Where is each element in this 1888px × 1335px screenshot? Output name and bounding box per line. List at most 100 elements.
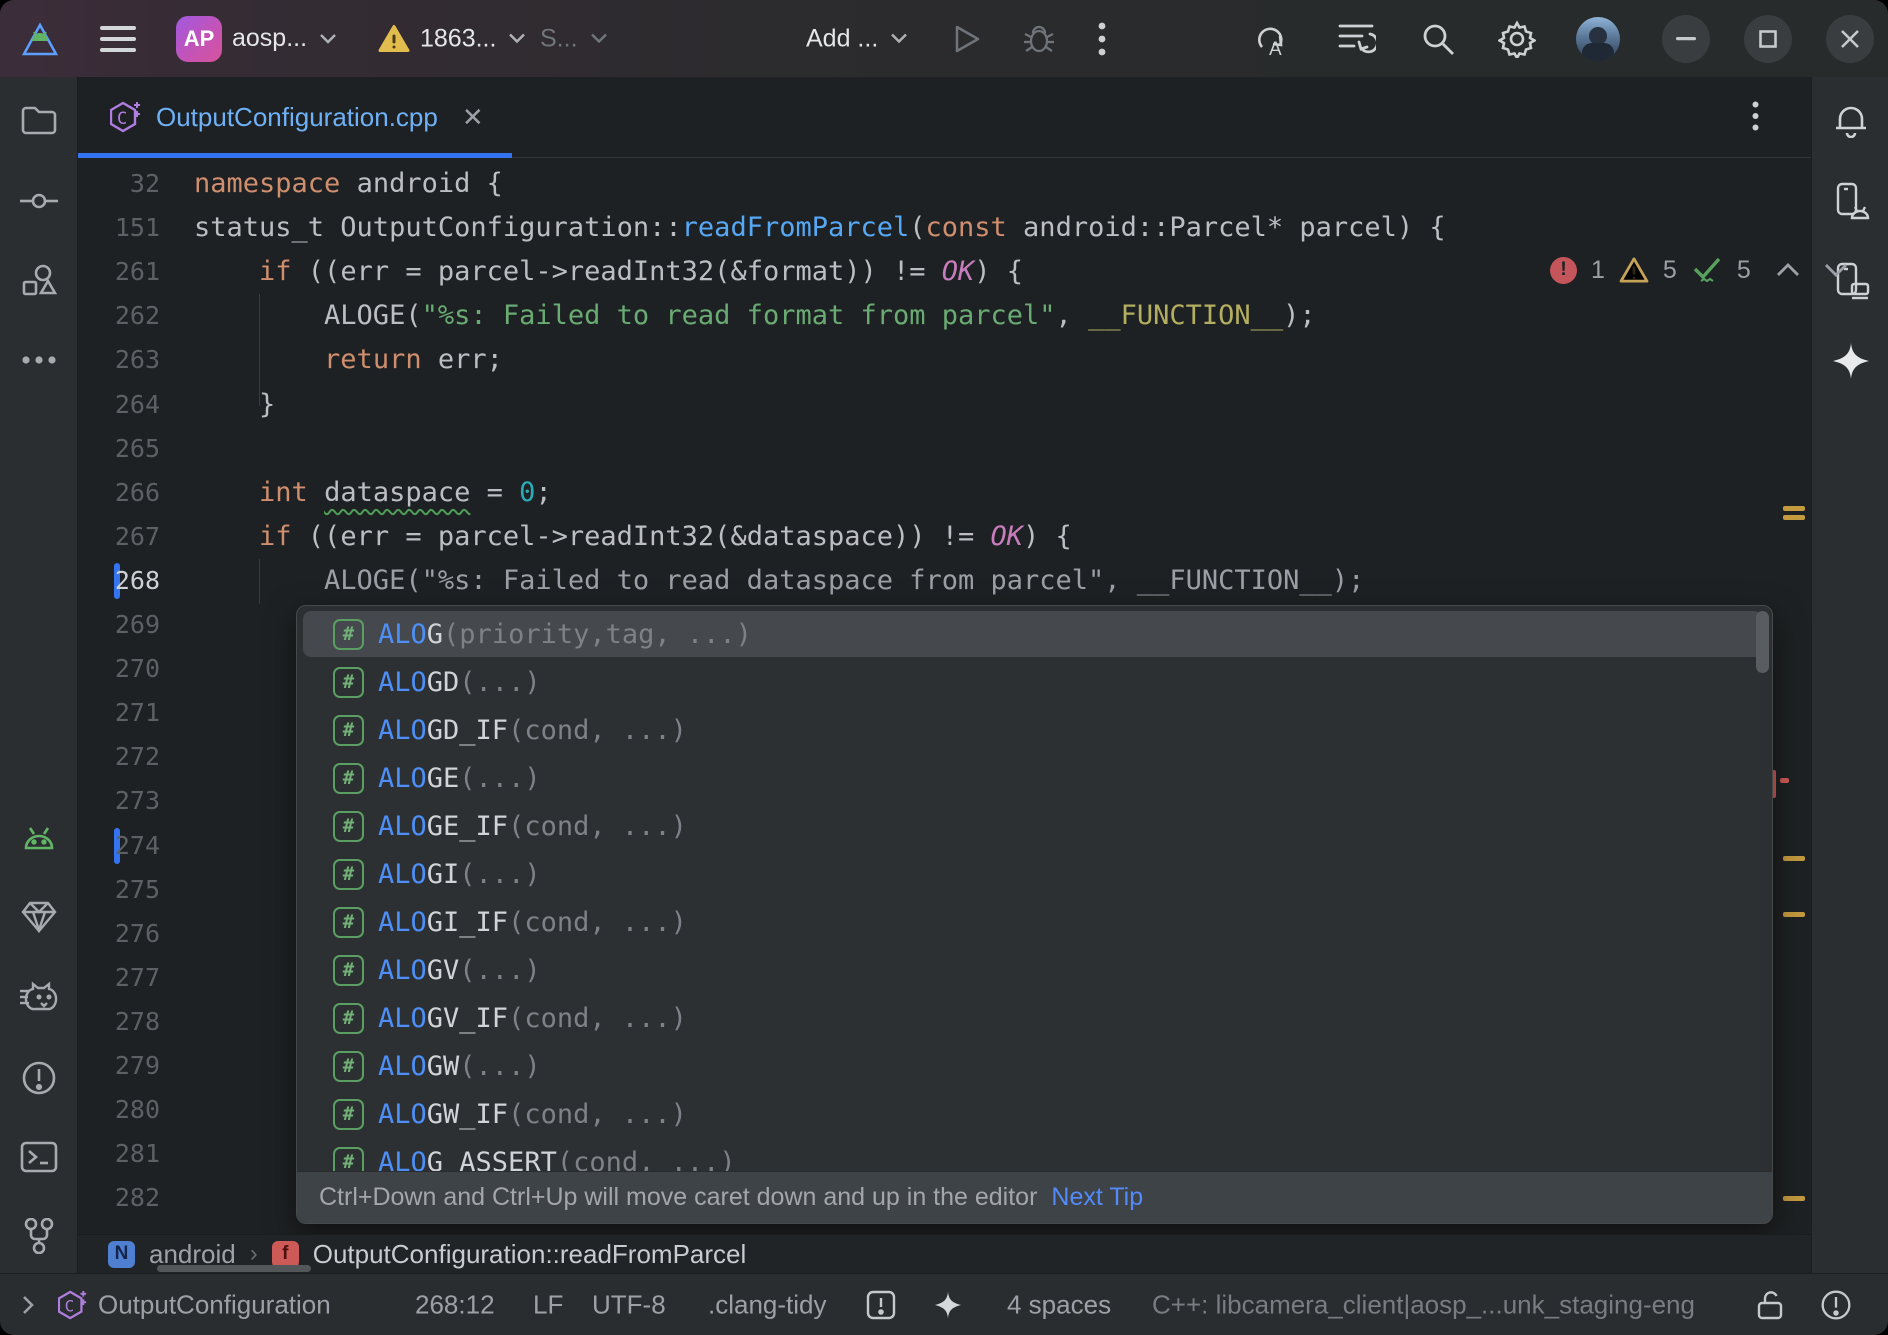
unlock-icon[interactable] [1756,1289,1784,1321]
status-file-name[interactable]: OutputConfiguration [98,1290,336,1321]
scrollbar-warning-mark[interactable] [1783,506,1805,511]
changes-list-icon[interactable] [1336,21,1376,57]
completion-item-alogd_if[interactable]: #ALOGD_IF(cond, ...) [297,706,1772,754]
close-button[interactable] [1826,15,1874,63]
analyzer-status[interactable]: .clang-tidy [708,1290,827,1321]
line-number: 268 [78,559,160,603]
code-text: ALOGE("%s: Failed to read dataspace from… [194,559,1364,603]
code-line-264[interactable]: 264 } [78,383,1811,427]
left-tool-window-stripe [0,77,78,1273]
code-line-266[interactable]: 266 int dataspace = 0; [78,471,1811,515]
breadcrumb-function[interactable]: OutputConfiguration::readFromParcel [313,1239,747,1270]
code-line-265[interactable]: 265 [78,427,1811,471]
line-separator[interactable]: LF [533,1290,563,1321]
user-avatar[interactable] [1576,17,1620,61]
stripe-toggle-chevron-icon[interactable] [20,1293,36,1317]
indent-guide [259,559,260,604]
version-control-icon[interactable] [23,1218,55,1254]
line-number: 262 [78,294,160,338]
code-line-268[interactable]: 268 ALOGE("%s: Failed to read dataspace … [78,559,1811,603]
completion-item-alog[interactable]: #ALOG(priority,tag, ...) [297,610,1772,658]
completion-item-alogw_if[interactable]: #ALOGW_IF(cond, ...) [297,1090,1772,1138]
device-manager-icon[interactable] [1832,182,1870,220]
run-configuration-label: Add ... [806,24,878,53]
project-folder-icon[interactable] [21,105,57,135]
settings-gear-icon[interactable] [1498,20,1536,58]
tab-close-icon[interactable]: ✕ [462,102,484,133]
line-number: 265 [78,427,160,471]
scrollbar-warning-mark[interactable] [1783,856,1805,861]
next-problem-chevron-icon[interactable] [1823,262,1849,278]
macro-icon: # [333,1099,364,1130]
tab-options-kebab-icon[interactable] [1752,101,1759,131]
completion-item-label: ALOGI_IF(cond, ...) [378,907,687,938]
hamburger-menu-icon[interactable] [100,24,136,54]
next-tip-link[interactable]: Next Tip [1051,1183,1143,1212]
more-actions-icon[interactable] [1098,22,1106,56]
code-line-32[interactable]: 32namespace android { [78,162,1811,206]
problems-icon[interactable] [21,1060,57,1096]
android-studio-logo-icon [20,19,60,59]
completion-item-alogv_if[interactable]: #ALOGV_IF(cond, ...) [297,994,1772,1042]
code-text: if ((err = parcel->readInt32(&dataspace)… [194,515,1072,559]
line-number: 269 [78,603,160,647]
horizontal-scrollbar[interactable] [157,1265,311,1272]
inspections-widget[interactable]: ! 1 5 5 [1550,253,1849,287]
inspections-widget-icon[interactable] [866,1290,896,1320]
terminal-icon[interactable] [20,1141,58,1173]
toolchain-label[interactable]: C++: libcamera_client|aosp_...unk_stagin… [1152,1290,1695,1321]
completion-item-alogw[interactable]: #ALOGW(...) [297,1042,1772,1090]
minimize-button[interactable] [1662,15,1710,63]
device-selector-label: S... [540,24,578,53]
gemini-sparkle-icon[interactable] [1832,342,1870,380]
prev-problem-chevron-icon[interactable] [1775,262,1801,278]
more-tool-windows-icon[interactable] [21,356,57,364]
popup-scrollbar[interactable] [1756,611,1769,673]
completion-item-alogd[interactable]: #ALOGD(...) [297,658,1772,706]
completion-item-alogv[interactable]: #ALOGV(...) [297,946,1772,994]
scrollbar-warning-mark[interactable] [1783,1196,1805,1201]
chevron-down-icon [890,33,908,45]
line-number: 264 [78,383,160,427]
scrollbar-error-mark[interactable] [1780,778,1789,783]
completion-item-aloge[interactable]: #ALOGE(...) [297,754,1772,802]
line-number: 282 [78,1176,160,1220]
notifications-bell-icon[interactable] [1834,102,1868,138]
file-encoding[interactable]: UTF-8 [592,1290,666,1321]
completion-item-aloge_if[interactable]: #ALOGE_IF(cond, ...) [297,802,1772,850]
warning-count: 5 [1663,256,1677,285]
code-line-267[interactable]: 267 if ((err = parcel->readInt32(&datasp… [78,515,1811,559]
app-quality-insights-icon[interactable] [21,901,57,933]
run-button[interactable] [952,23,982,55]
maximize-button[interactable] [1744,15,1792,63]
code-text: status_t OutputConfiguration::readFromPa… [194,206,1446,250]
device-selector[interactable]: S... [540,24,608,53]
warning-count-icon [1619,257,1649,283]
code-line-151[interactable]: 151status_t OutputConfiguration::readFro… [78,206,1811,250]
line-number: 272 [78,735,160,779]
svg-text:C: C [117,109,127,129]
scrollbar-warning-mark[interactable] [1783,515,1805,520]
logcat-icon[interactable] [20,824,58,850]
profiler-icon[interactable] [19,981,59,1013]
ai-sparkle-icon[interactable] [934,1291,962,1319]
line-number: 275 [78,868,160,912]
structure-icon[interactable] [21,264,57,298]
run-configuration-selector[interactable]: Add ... [806,24,908,53]
search-icon[interactable] [1420,21,1456,57]
code-line-263[interactable]: 263 return err; [78,338,1811,382]
code-line-262[interactable]: 262 ALOGE("%s: Failed to read format fro… [78,294,1811,338]
ai-rename-icon[interactable]: A [1252,19,1292,59]
project-widget[interactable]: AP aosp... [176,16,337,62]
indent-setting[interactable]: 4 spaces [1007,1290,1111,1321]
completion-item-alogi[interactable]: #ALOGI(...) [297,850,1772,898]
completion-item-label: ALOGE_IF(cond, ...) [378,811,687,842]
debug-button[interactable] [1022,23,1056,55]
caret-position[interactable]: 268:12 [415,1290,495,1321]
tab-outputconfiguration-cpp[interactable]: C OutputConfiguration.cpp ✕ [92,77,502,157]
error-indicator-icon[interactable] [1820,1289,1852,1321]
vcs-widget[interactable]: 1863... [378,24,526,53]
commit-icon[interactable] [20,193,58,209]
scrollbar-warning-mark[interactable] [1783,912,1805,917]
completion-item-alogi_if[interactable]: #ALOGI_IF(cond, ...) [297,898,1772,946]
